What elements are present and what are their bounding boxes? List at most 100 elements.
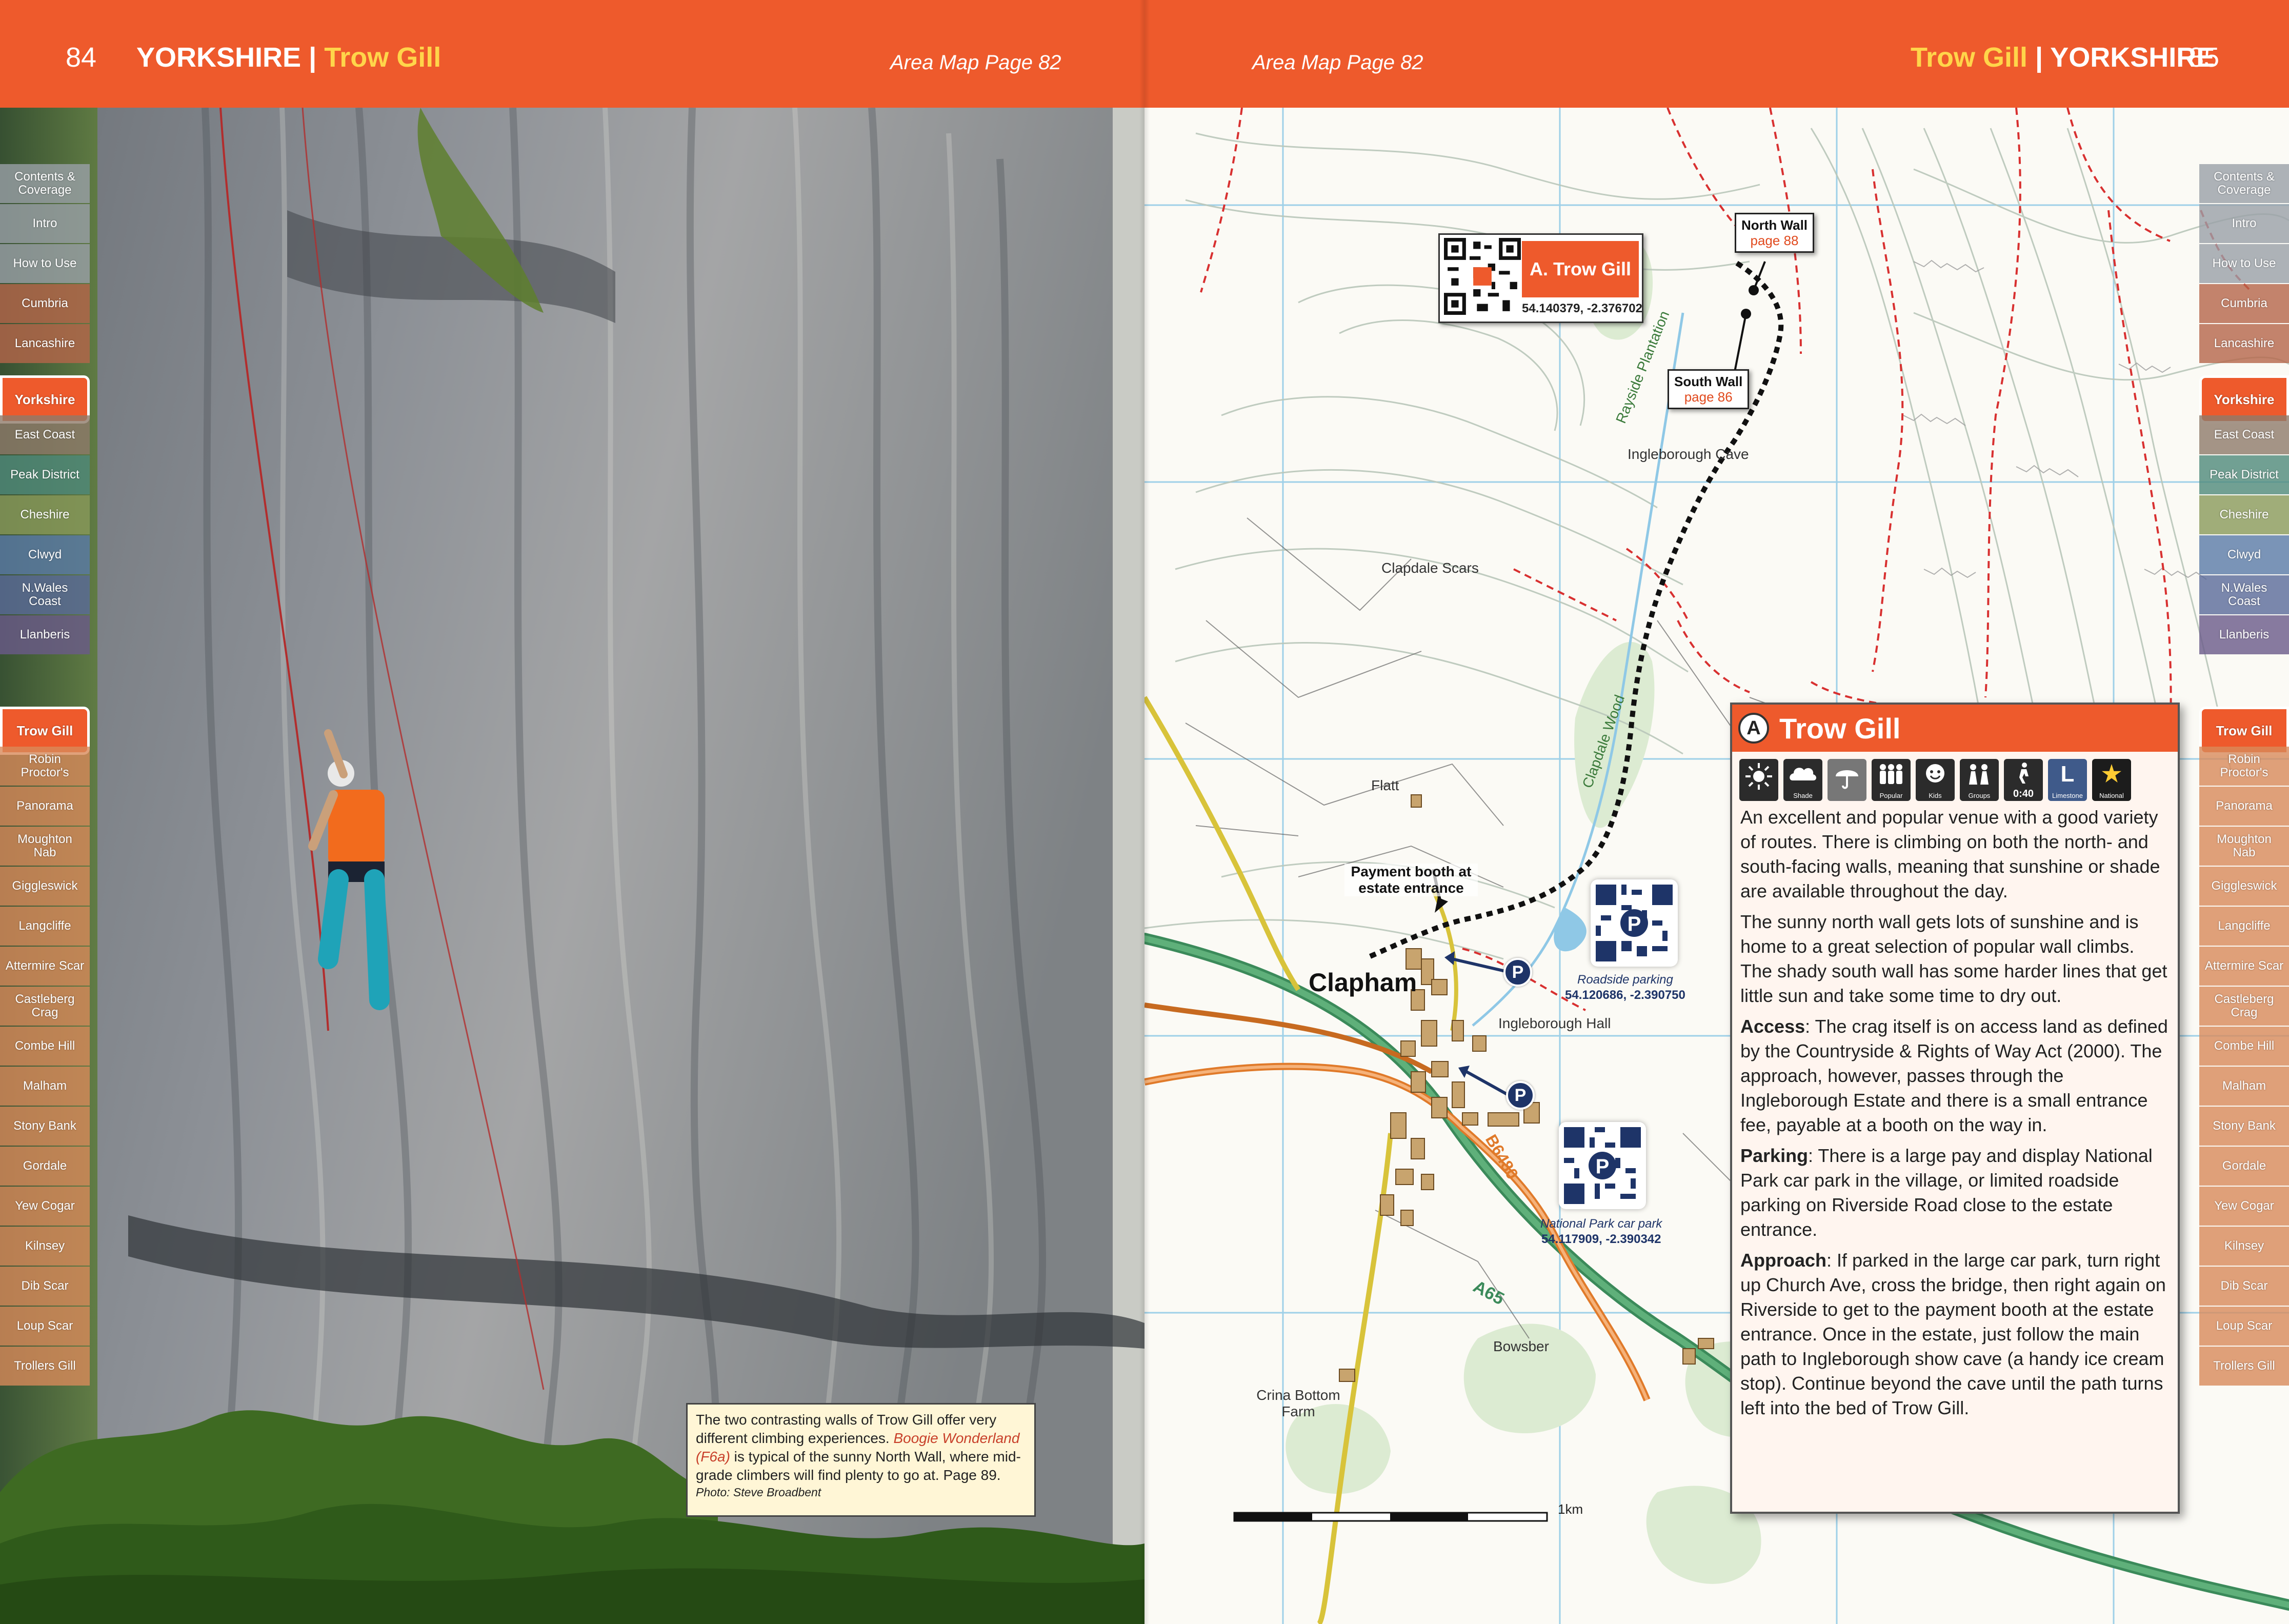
map-label-crina: Crina Bottom Farm xyxy=(1256,1387,1340,1419)
tab-panorama[interactable]: Panorama xyxy=(0,787,90,826)
info-access: Access: The crag itself is on access lan… xyxy=(1740,1014,2170,1137)
crag-tag-coords: 54.140379, -2.376702 xyxy=(1522,302,1642,315)
tab-n-wales-coast[interactable]: N.Wales Coast xyxy=(0,575,90,614)
qr-code-icon: P xyxy=(1564,1127,1641,1204)
scale-bar xyxy=(1233,1512,1548,1522)
tab-robin-proctor-s[interactable]: Robin Proctor's xyxy=(2199,747,2289,786)
tab-castleberg-crag[interactable]: Castleberg Crag xyxy=(0,987,90,1026)
svg-text:P: P xyxy=(1628,913,1641,935)
tab-n-wales-coast[interactable]: N.Wales Coast xyxy=(2199,575,2289,614)
tab-how-to-use[interactable]: How to Use xyxy=(2199,244,2289,283)
tab-attermire-scar[interactable]: Attermire Scar xyxy=(0,947,90,986)
south-wall-callout[interactable]: South Wall page 86 xyxy=(1668,369,1750,409)
tab-stony-bank[interactable]: Stony Bank xyxy=(0,1107,90,1146)
payment-booth-label: Payment booth at estate entrance xyxy=(1344,864,1478,896)
tab-langcliffe[interactable]: Langcliffe xyxy=(0,907,90,946)
tab-lancashire[interactable]: Lancashire xyxy=(0,324,90,363)
tab-panorama[interactable]: Panorama xyxy=(2199,787,2289,826)
header-right: Area Map Page 82 Trow Gill | YORKSHIRE 8… xyxy=(1144,0,2289,108)
tab-kilnsey[interactable]: Kilnsey xyxy=(0,1227,90,1266)
tab-kilnsey[interactable]: Kilnsey xyxy=(2199,1227,2289,1266)
qr-code-icon: P xyxy=(1596,885,1673,961)
tab-dib-scar[interactable]: Dib Scar xyxy=(2199,1267,2289,1306)
photo-caption: The two contrasting walls of Trow Gill o… xyxy=(686,1403,1036,1517)
tab-peak-district[interactable]: Peak District xyxy=(2199,455,2289,494)
crag-letter-badge: A xyxy=(1738,713,1769,744)
tab-llanberis[interactable]: Llanberis xyxy=(0,615,90,654)
crag-location-tag[interactable]: A. Trow Gill 54.140379, -2.376702 xyxy=(1438,233,1643,323)
info-walls: The sunny north wall gets lots of sunshi… xyxy=(1740,911,2167,1006)
scale-label: 1km xyxy=(1558,1501,1583,1517)
north-wall-page: page 88 xyxy=(1750,233,1799,248)
icon-caption: National xyxy=(2099,792,2124,799)
tab-clwyd[interactable]: Clwyd xyxy=(0,535,90,574)
tab-loup-scar[interactable]: Loup Scar xyxy=(2199,1307,2289,1346)
crag-info-panel: A Trow Gill Shade Popular Kids Groups 0:… xyxy=(1730,703,2180,1514)
tab-how-to-use[interactable]: How to Use xyxy=(0,244,90,283)
tab-intro[interactable]: Intro xyxy=(0,204,90,243)
tab-loup-scar[interactable]: Loup Scar xyxy=(0,1307,90,1346)
tab-east-coast[interactable]: East Coast xyxy=(2199,415,2289,454)
walk-time-value: 0:40 xyxy=(2013,788,2034,799)
info-header: A Trow Gill xyxy=(1732,705,2178,752)
roadside-parking-qr[interactable]: P xyxy=(1591,879,1678,967)
area-map-link-left[interactable]: Area Map Page 82 xyxy=(890,47,1061,78)
tab-cheshire[interactable]: Cheshire xyxy=(0,495,90,534)
tab-east-coast[interactable]: East Coast xyxy=(0,415,90,454)
north-wall-name: North Wall xyxy=(1741,217,1808,233)
map-label-ingleborough-cave: Ingleborough Cave xyxy=(1628,446,1749,462)
tab-stony-bank[interactable]: Stony Bank xyxy=(2199,1107,2289,1146)
crag-attribute-icons: Shade Popular Kids Groups 0:40 L Limesto… xyxy=(1732,752,2178,805)
parking-heading: Parking xyxy=(1740,1145,1809,1166)
tab-yew-cogar[interactable]: Yew Cogar xyxy=(2199,1187,2289,1226)
tab-combe-hill[interactable]: Combe Hill xyxy=(0,1027,90,1066)
tab-lancashire[interactable]: Lancashire xyxy=(2199,324,2289,363)
star-icon: ★ xyxy=(2101,761,2122,787)
north-wall-callout[interactable]: North Wall page 88 xyxy=(1735,213,1815,253)
approach-text: : If parked in the large car park, turn … xyxy=(1740,1250,2166,1418)
map-label-clapdale-scars: Clapdale Scars xyxy=(1381,560,1479,576)
tab-langcliffe[interactable]: Langcliffe xyxy=(2199,907,2289,946)
tab-combe-hill[interactable]: Combe Hill xyxy=(2199,1027,2289,1066)
tab-clwyd[interactable]: Clwyd xyxy=(2199,535,2289,574)
national-park-parking-name: National Park car park xyxy=(1540,1217,1662,1231)
tab-contents-coverage[interactable]: Contents & Coverage xyxy=(2199,164,2289,203)
photo-credit: Photo: Steve Broadbent xyxy=(696,1486,821,1499)
tab-giggleswick[interactable]: Giggleswick xyxy=(0,867,90,906)
tab-cheshire[interactable]: Cheshire xyxy=(2199,495,2289,534)
tab-cumbria[interactable]: Cumbria xyxy=(0,284,90,323)
region-title-left: YORKSHIRE | Trow Gill xyxy=(136,42,441,73)
info-title: Trow Gill xyxy=(1779,712,1901,745)
national-park-parking-coords: 54.117909, -2.390342 xyxy=(1541,1232,1661,1246)
tab-gordale[interactable]: Gordale xyxy=(2199,1147,2289,1186)
tab-giggleswick[interactable]: Giggleswick xyxy=(2199,867,2289,906)
map-label-ingleborough-hall: Ingleborough Hall xyxy=(1498,1015,1611,1031)
tab-attermire-scar[interactable]: Attermire Scar xyxy=(2199,947,2289,986)
parking-marker-national-park: P xyxy=(1506,1081,1535,1110)
area-map-link-right[interactable]: Area Map Page 82 xyxy=(1252,47,1423,78)
tab-yew-cogar[interactable]: Yew Cogar xyxy=(0,1187,90,1226)
tab-gordale[interactable]: Gordale xyxy=(0,1147,90,1186)
crag-tag-name: A. Trow Gill xyxy=(1522,241,1639,297)
tab-castleberg-crag[interactable]: Castleberg Crag xyxy=(2199,987,2289,1026)
groups-icon: Groups xyxy=(1960,759,1999,801)
national-park-parking-qr[interactable]: P xyxy=(1559,1122,1646,1209)
page-number-right: 85 xyxy=(2188,42,2220,73)
tab-dib-scar[interactable]: Dib Scar xyxy=(0,1267,90,1306)
tab-malham[interactable]: Malham xyxy=(0,1067,90,1106)
tab-llanberis[interactable]: Llanberis xyxy=(2199,615,2289,654)
tab-intro[interactable]: Intro xyxy=(2199,204,2289,243)
tab-trollers-gill[interactable]: Trollers Gill xyxy=(0,1347,90,1386)
tab-moughton-nab[interactable]: Moughton Nab xyxy=(0,827,90,866)
tab-peak-district[interactable]: Peak District xyxy=(0,455,90,494)
tab-moughton-nab[interactable]: Moughton Nab xyxy=(2199,827,2289,866)
climbing-photo xyxy=(0,108,1144,1624)
tab-contents-coverage[interactable]: Contents & Coverage xyxy=(0,164,90,203)
tab-robin-proctor-s[interactable]: Robin Proctor's xyxy=(0,747,90,786)
icon-caption: Popular xyxy=(1879,792,1903,799)
tab-cumbria[interactable]: Cumbria xyxy=(2199,284,2289,323)
tab-malham[interactable]: Malham xyxy=(2199,1067,2289,1106)
tab-trollers-gill[interactable]: Trollers Gill xyxy=(2199,1347,2289,1386)
info-intro: An excellent and popular venue with a go… xyxy=(1740,807,2160,901)
icon-caption: Kids xyxy=(1929,792,1942,799)
